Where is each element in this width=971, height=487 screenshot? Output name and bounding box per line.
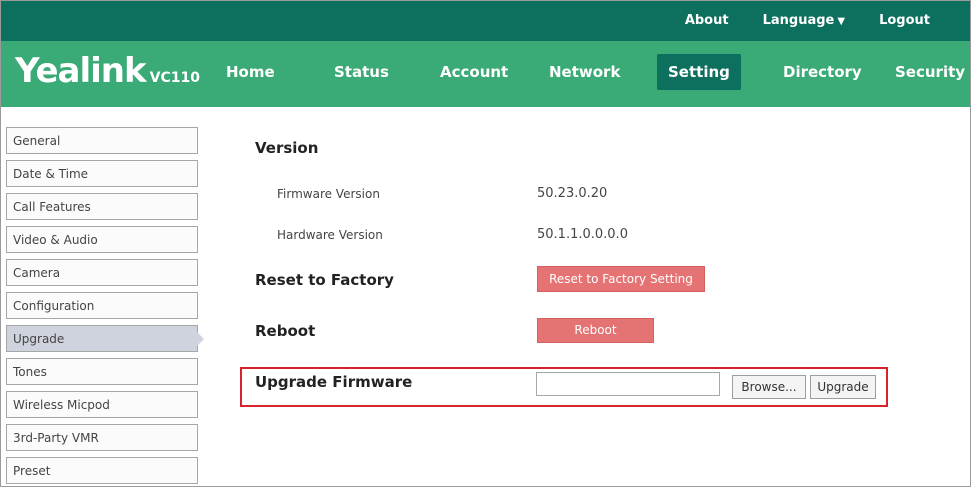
reboot-button[interactable]: Reboot bbox=[537, 318, 654, 343]
nav-status[interactable]: Status bbox=[323, 54, 400, 90]
sidebar-item-general[interactable]: General bbox=[6, 127, 198, 154]
reset-to-factory-label: Reset to Factory bbox=[255, 271, 394, 289]
sidebar-item-3rd-party-vmr[interactable]: 3rd-Party VMR bbox=[6, 424, 198, 451]
firmware-version-value: 50.23.0.20 bbox=[537, 186, 608, 201]
hardware-version-label: Hardware Version bbox=[277, 228, 383, 242]
upgrade-button[interactable]: Upgrade bbox=[810, 375, 876, 399]
hardware-version-value: 50.1.1.0.0.0.0 bbox=[537, 227, 628, 242]
about-link[interactable]: About bbox=[685, 13, 729, 28]
nav-network[interactable]: Network bbox=[538, 54, 631, 90]
version-heading: Version bbox=[255, 139, 319, 157]
top-links: About Language ▼ Logout bbox=[685, 13, 930, 28]
nav-security[interactable]: Security bbox=[884, 54, 970, 90]
settings-sidebar: General Date & Time Call Features Video … bbox=[6, 127, 204, 486]
sidebar-item-preset[interactable]: Preset bbox=[6, 457, 198, 484]
top-bar: About Language ▼ Logout bbox=[1, 1, 970, 41]
nav-home[interactable]: Home bbox=[215, 54, 286, 90]
sidebar-item-date-time[interactable]: Date & Time bbox=[6, 160, 198, 187]
logout-link[interactable]: Logout bbox=[879, 13, 930, 28]
firmware-file-input[interactable] bbox=[536, 372, 720, 396]
logo: Yealink VC110 bbox=[15, 51, 200, 91]
logo-brand: Yealink bbox=[15, 51, 147, 91]
sidebar-item-configuration[interactable]: Configuration bbox=[6, 292, 198, 319]
main-nav: Yealink VC110 Home Status Account Network… bbox=[1, 41, 970, 107]
logo-model: VC110 bbox=[149, 70, 200, 86]
browser-page: About Language ▼ Logout Yealink VC110 Home… bbox=[0, 0, 971, 487]
sidebar-item-video-audio[interactable]: Video & Audio bbox=[6, 226, 198, 253]
firmware-version-label: Firmware Version bbox=[277, 187, 380, 201]
nav-account[interactable]: Account bbox=[429, 54, 519, 90]
sidebar-item-tones[interactable]: Tones bbox=[6, 358, 198, 385]
language-dropdown[interactable]: Language ▼ bbox=[763, 13, 845, 28]
nav-setting[interactable]: Setting bbox=[657, 54, 741, 90]
chevron-down-icon: ▼ bbox=[837, 16, 846, 27]
language-label: Language bbox=[762, 13, 835, 28]
reset-to-factory-button[interactable]: Reset to Factory Setting bbox=[537, 266, 705, 292]
sidebar-item-upgrade[interactable]: Upgrade bbox=[6, 325, 204, 352]
upgrade-firmware-label: Upgrade Firmware bbox=[255, 373, 413, 391]
sidebar-item-camera[interactable]: Camera bbox=[6, 259, 198, 286]
browse-button[interactable]: Browse... bbox=[732, 375, 806, 399]
sidebar-item-call-features[interactable]: Call Features bbox=[6, 193, 198, 220]
nav-directory[interactable]: Directory bbox=[772, 54, 873, 90]
reboot-label: Reboot bbox=[255, 322, 316, 340]
sidebar-item-wireless-micpod[interactable]: Wireless Micpod bbox=[6, 391, 198, 418]
